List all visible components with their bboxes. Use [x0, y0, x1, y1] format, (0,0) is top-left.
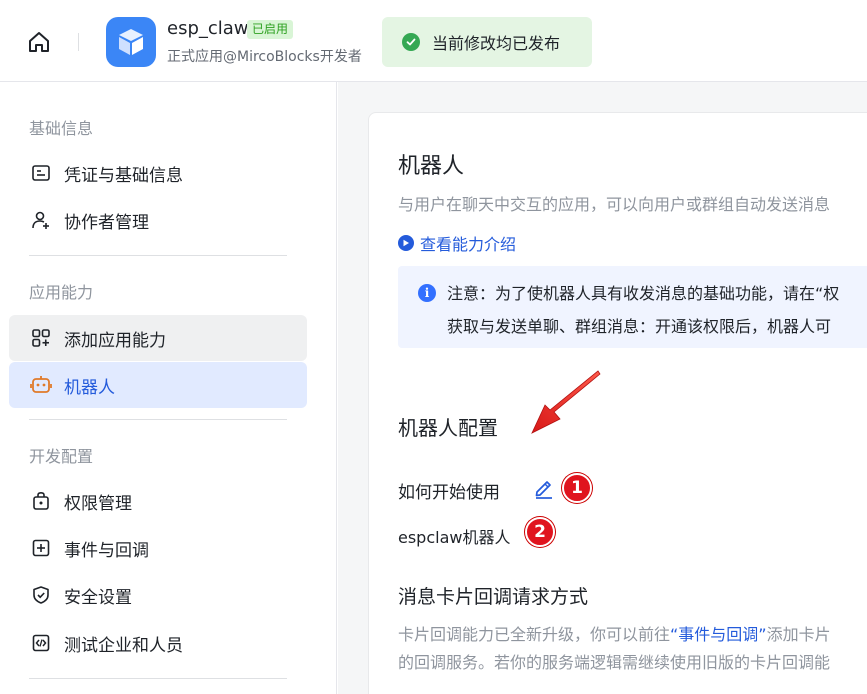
code-icon: [30, 632, 52, 654]
notice-line-2: 获取与发送单聊、群组消息：开通该权限后，机器人可: [447, 317, 832, 336]
callback-paragraph-line-1: 卡片回调能力已全新升级，你可以前往“事件与回调”添加卡片: [398, 621, 831, 645]
sidebar-item-events[interactable]: 事件与回调: [9, 525, 307, 571]
add-app-icon: [30, 327, 52, 349]
section-heading-callback: 消息卡片回调请求方式: [398, 586, 589, 608]
sidebar-item-label: 事件与回调: [64, 540, 149, 561]
home-icon[interactable]: [26, 29, 52, 55]
notice-line-1: 注意：为了使机器人具有收发消息的基础功能，请在“权: [447, 284, 840, 303]
section-title-basic: 基础信息: [29, 119, 94, 138]
edit-pencil-icon[interactable]: [533, 477, 555, 499]
sidebar-item-security[interactable]: 安全设置: [9, 572, 307, 618]
callback-text-pre: 卡片回调能力已全新升级，你可以前往: [398, 625, 671, 644]
intro-link-text[interactable]: 查看能力介绍: [420, 231, 516, 255]
intro-link[interactable]: 查看能力介绍: [398, 231, 516, 255]
header-divider: [78, 33, 79, 51]
sidebar-item-add-capability[interactable]: 添加应用能力: [9, 315, 307, 361]
red-arrow-annotation: [531, 370, 601, 434]
sidebar-item-permissions[interactable]: 权限管理: [9, 478, 307, 524]
top-header: esp_claw 已启用 正式应用@MircoBlocks开发者 当前修改均已发…: [0, 0, 867, 82]
sidebar-item-label: 测试企业和人员: [64, 635, 183, 656]
publish-status: 当前修改均已发布: [382, 17, 592, 67]
info-icon: i: [418, 284, 436, 302]
annotation-badge-2: 2: [525, 517, 555, 547]
sidebar-divider: [29, 419, 287, 420]
shield-icon: [30, 584, 52, 606]
sidebar-item-label: 权限管理: [64, 493, 132, 514]
section-title-dev: 开发配置: [29, 447, 94, 466]
app-name: esp_claw: [167, 18, 249, 39]
section-title-capabilities: 应用能力: [29, 283, 94, 302]
event-icon: [30, 537, 52, 559]
section-heading-robot-config: 机器人配置: [398, 416, 498, 440]
sidebar-item-credentials[interactable]: 凭证与基础信息: [9, 150, 307, 196]
sidebar-item-label: 机器人: [64, 377, 115, 398]
lock-icon: [30, 490, 52, 512]
sidebar-item-collaborators[interactable]: 协作者管理: [9, 197, 307, 243]
events-callback-link[interactable]: “事件与回调”: [670, 625, 767, 644]
sidebar-item-label: 安全设置: [64, 587, 132, 608]
how-to-start-label: 如何开始使用: [398, 483, 500, 503]
robot-icon: [30, 374, 52, 396]
app-cube-icon: [106, 17, 156, 67]
app-status-badge: 已启用: [247, 20, 294, 39]
callback-paragraph-line-2: 的回调服务。若你的服务端逻辑需继续使用旧版的卡片回调能: [398, 653, 831, 672]
user-add-icon: [30, 209, 52, 231]
bot-name-value: espclaw机器人: [398, 528, 511, 547]
app-subtitle: 正式应用@MircoBlocks开发者: [167, 49, 362, 65]
sidebar-item-test-org[interactable]: 测试企业和人员: [9, 620, 307, 666]
sidebar-item-label: 凭证与基础信息: [64, 165, 183, 186]
sidebar-item-label: 协作者管理: [64, 212, 149, 233]
page-description: 与用户在聊天中交互的应用，可以向用户或群组自动发送消息: [398, 195, 831, 214]
sidebar-divider: [29, 255, 287, 256]
play-circle-icon: [398, 235, 414, 251]
sidebar-item-robot[interactable]: 机器人: [9, 362, 307, 408]
publish-status-text: 当前修改均已发布: [432, 34, 561, 53]
sidebar-item-label: 添加应用能力: [64, 330, 166, 351]
check-circle-icon: [402, 33, 420, 51]
page-title: 机器人: [398, 154, 465, 179]
callback-text-post: 添加卡片: [766, 625, 831, 644]
annotation-badge-1: 1: [562, 473, 592, 503]
sidebar-divider: [29, 678, 287, 679]
credential-icon: [30, 162, 52, 184]
notice-box: i 注意：为了使机器人具有收发消息的基础功能，请在“权 获取与发送单聊、群组消息…: [398, 266, 867, 348]
